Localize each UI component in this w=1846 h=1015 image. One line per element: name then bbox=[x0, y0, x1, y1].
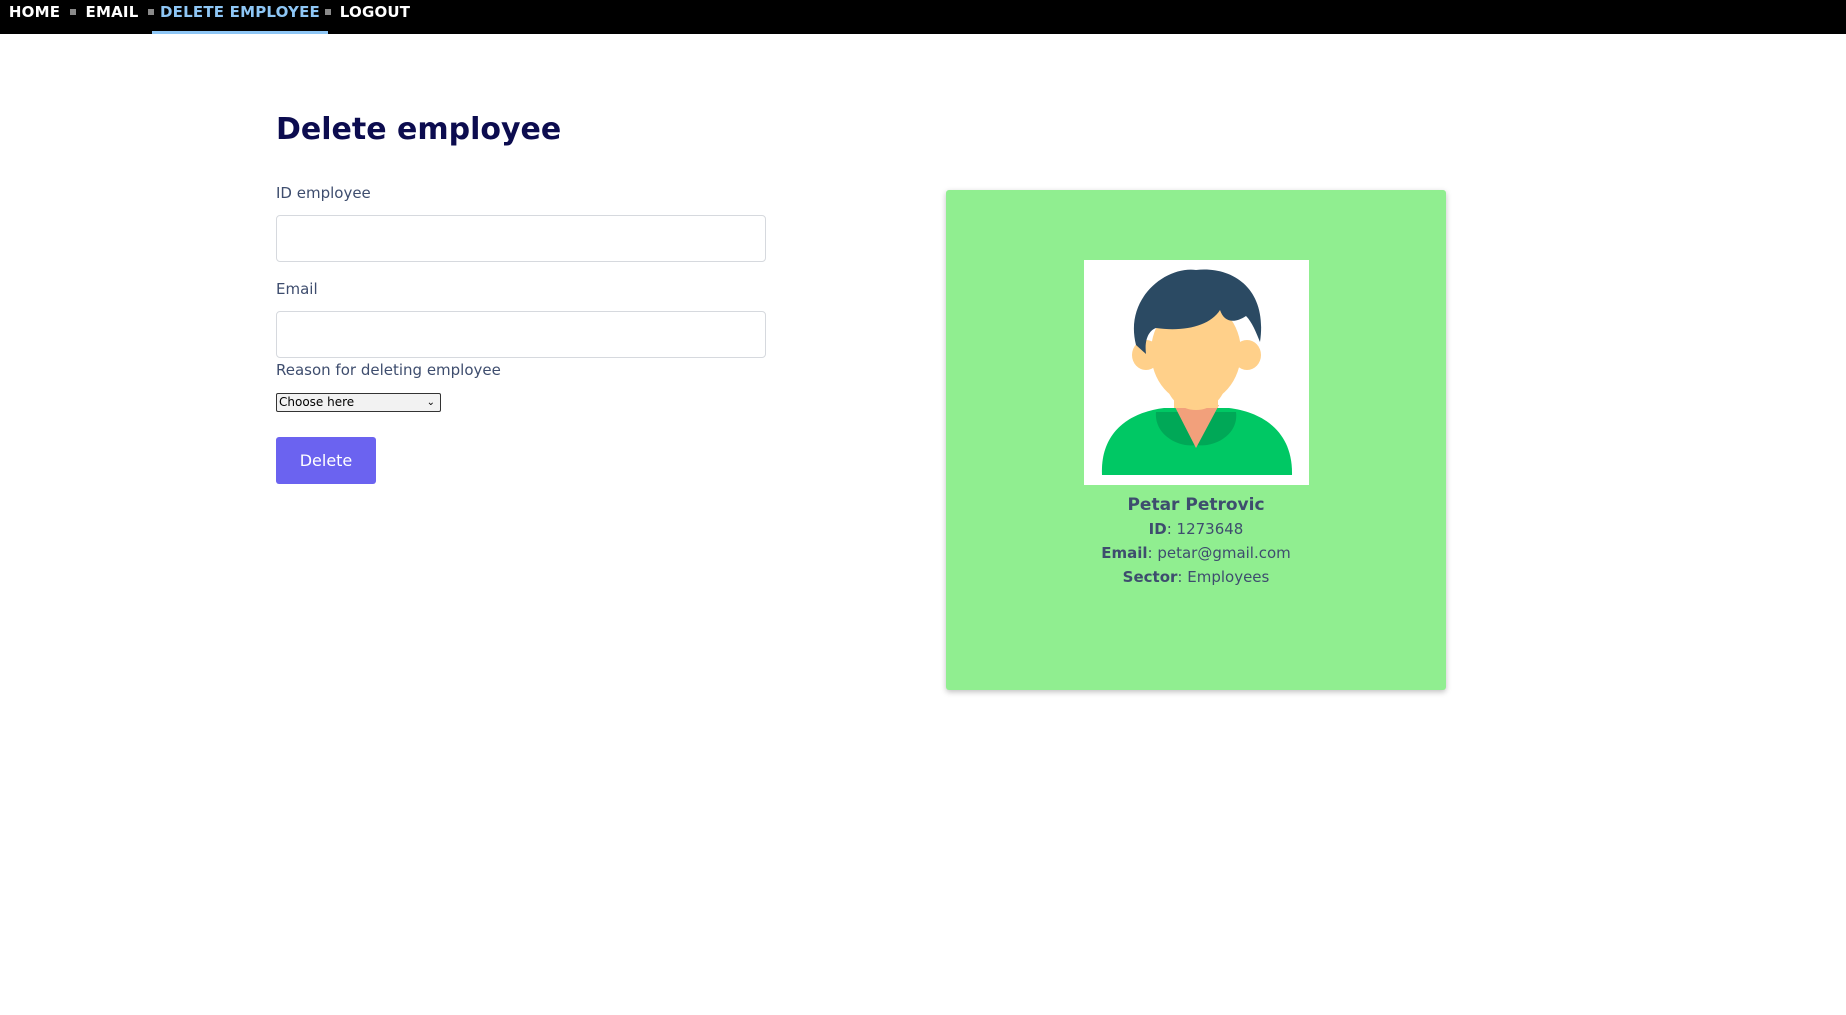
employee-id-line: ID: 1273648 bbox=[1148, 520, 1244, 538]
employee-email-label: Email bbox=[1101, 544, 1148, 562]
reason-selected-value: Choose here bbox=[279, 395, 355, 409]
nav-logout-link[interactable]: LOGOUT bbox=[330, 0, 420, 34]
id-employee-label: ID employee bbox=[276, 184, 371, 202]
email-label: Email bbox=[276, 280, 318, 298]
delete-button[interactable]: Delete bbox=[276, 437, 376, 484]
employee-id-value: 1273648 bbox=[1176, 520, 1244, 538]
chevron-down-icon: ⌄ bbox=[426, 397, 435, 408]
user-avatar-icon bbox=[1084, 260, 1309, 485]
employee-email-line: Email: petar@gmail.com bbox=[1101, 544, 1291, 562]
employee-card: Petar Petrovic ID: 1273648 Email: petar@… bbox=[946, 190, 1446, 690]
employee-email-value: petar@gmail.com bbox=[1157, 544, 1291, 562]
nav-home-link[interactable]: HOME bbox=[0, 0, 69, 34]
nav-email-link[interactable]: EMAIL bbox=[76, 0, 148, 34]
reason-label: Reason for deleting employee bbox=[276, 361, 501, 379]
employee-name: Petar Petrovic bbox=[1127, 495, 1265, 515]
top-navigation: HOME EMAIL DELETE EMPLOYEE LOGOUT bbox=[0, 0, 1846, 34]
reason-select[interactable]: Choose here ⌄ bbox=[276, 393, 441, 412]
employee-sector-label: Sector bbox=[1122, 568, 1178, 586]
id-employee-input[interactable] bbox=[276, 215, 766, 262]
nav-delete-employee-link[interactable]: DELETE EMPLOYEE bbox=[152, 0, 328, 34]
employee-sector-value: Employees bbox=[1187, 568, 1270, 586]
employee-id-label: ID bbox=[1148, 520, 1167, 538]
employee-sector-line: Sector: Employees bbox=[1122, 568, 1270, 586]
email-input[interactable] bbox=[276, 311, 766, 358]
page-title: Delete employee bbox=[276, 112, 562, 147]
